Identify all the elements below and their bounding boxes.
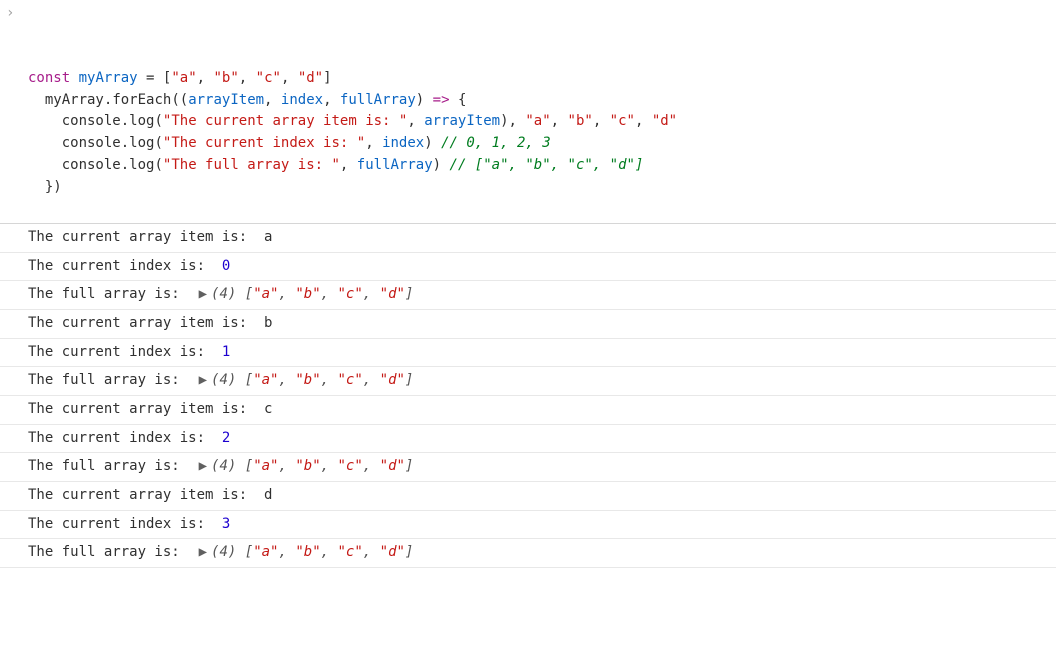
log-row-item: The current array item is: d (0, 482, 1056, 511)
array-preview[interactable]: ▶(4) ["a", "b", "c", "d"] (197, 372, 414, 388)
log-value-item: d (264, 487, 272, 503)
log-value-index: 3 (222, 516, 230, 532)
log-label: The current index is: (28, 258, 213, 274)
identifier-myArray: myArray (79, 70, 138, 86)
code-block: const myArray = ["a", "b", "c", "d"] myA… (28, 68, 1056, 198)
log-row-array: The full array is: ▶(4) ["a", "b", "c", … (0, 453, 1056, 482)
log-label: The full array is: (28, 372, 188, 388)
log-value-index: 0 (222, 258, 230, 274)
log-label: The current array item is: (28, 487, 256, 503)
log-row-index: The current index is: 0 (0, 253, 1056, 282)
log-label: The full array is: (28, 544, 188, 560)
array-length: (4) (211, 286, 236, 302)
array-preview[interactable]: ▶(4) ["a", "b", "c", "d"] (197, 544, 414, 560)
log-row-index: The current index is: 1 (0, 339, 1056, 368)
log-label: The full array is: (28, 286, 188, 302)
log-row-index: The current index is: 2 (0, 425, 1056, 454)
log-value-index: 1 (222, 344, 230, 360)
array-preview[interactable]: ▶(4) ["a", "b", "c", "d"] (197, 286, 414, 302)
log-label: The current index is: (28, 430, 213, 446)
expand-arrow-icon[interactable]: ▶ (199, 542, 207, 564)
array-length: (4) (211, 372, 236, 388)
array-length: (4) (211, 544, 236, 560)
log-row-index: The current index is: 3 (0, 511, 1056, 540)
log-value-item: b (264, 315, 272, 331)
log-row-array: The full array is: ▶(4) ["a", "b", "c", … (0, 367, 1056, 396)
log-label: The current index is: (28, 344, 213, 360)
keyword-const: const (28, 70, 70, 86)
array-preview[interactable]: ▶(4) ["a", "b", "c", "d"] (197, 458, 414, 474)
console-output: The current array item is: aThe current … (0, 224, 1056, 568)
log-row-item: The current array item is: a (0, 224, 1056, 253)
log-value-index: 2 (222, 430, 230, 446)
log-value-item: c (264, 401, 272, 417)
expand-arrow-icon[interactable]: ▶ (199, 284, 207, 306)
log-label: The current array item is: (28, 315, 256, 331)
log-value-item: a (264, 229, 272, 245)
expand-arrow-icon[interactable]: ▶ (199, 456, 207, 478)
log-row-item: The current array item is: b (0, 310, 1056, 339)
log-row-array: The full array is: ▶(4) ["a", "b", "c", … (0, 281, 1056, 310)
log-row-array: The full array is: ▶(4) ["a", "b", "c", … (0, 539, 1056, 568)
array-length: (4) (211, 458, 236, 474)
log-label: The full array is: (28, 458, 188, 474)
log-label: The current array item is: (28, 229, 256, 245)
log-label: The current index is: (28, 516, 213, 532)
log-row-item: The current array item is: c (0, 396, 1056, 425)
input-prompt-icon: › (6, 3, 22, 25)
expand-arrow-icon[interactable]: ▶ (199, 370, 207, 392)
log-label: The current array item is: (28, 401, 256, 417)
console-input-row[interactable]: › const myArray = ["a", "b", "c", "d"] m… (0, 0, 1056, 224)
